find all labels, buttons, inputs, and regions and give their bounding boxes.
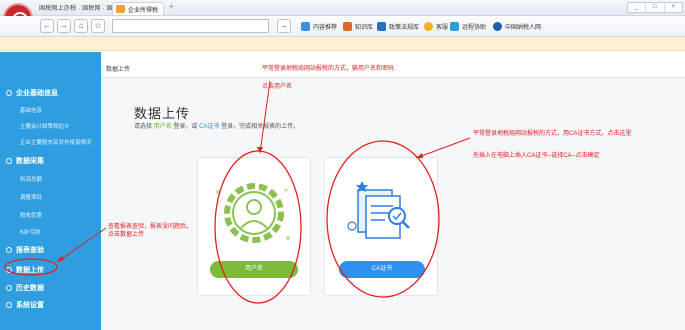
highlight-username-ellipse [214, 150, 302, 304]
annotation-overlay [4, 80, 471, 304]
annotation-top: 平常登录地税局网站报税的方式，输用户名和密码 [262, 66, 395, 72]
annotation-right-1: 平常登录地税局网站报税的方式，用CA证书方式，点击这里 [473, 131, 632, 137]
arrow-head-left [57, 256, 64, 262]
arrow-line-left [56, 227, 107, 263]
annotation-left-1: 查看报表查验，报表没问题后， [108, 224, 193, 230]
annotation-top-sub: 点击用户名 [262, 84, 293, 90]
arrow-head-right [416, 153, 423, 158]
highlight-upload-ellipse [4, 258, 58, 276]
arrow-head-top [257, 147, 263, 153]
annotation-left-2: 点击数据上传 [108, 232, 145, 238]
annotation-right-2: 先插入在电脑上插入CA证书--选择CA--点击确定 [473, 153, 600, 159]
arrow-line-right [415, 137, 471, 159]
highlight-ca-ellipse [326, 140, 440, 298]
arrow-line-top [259, 80, 271, 154]
